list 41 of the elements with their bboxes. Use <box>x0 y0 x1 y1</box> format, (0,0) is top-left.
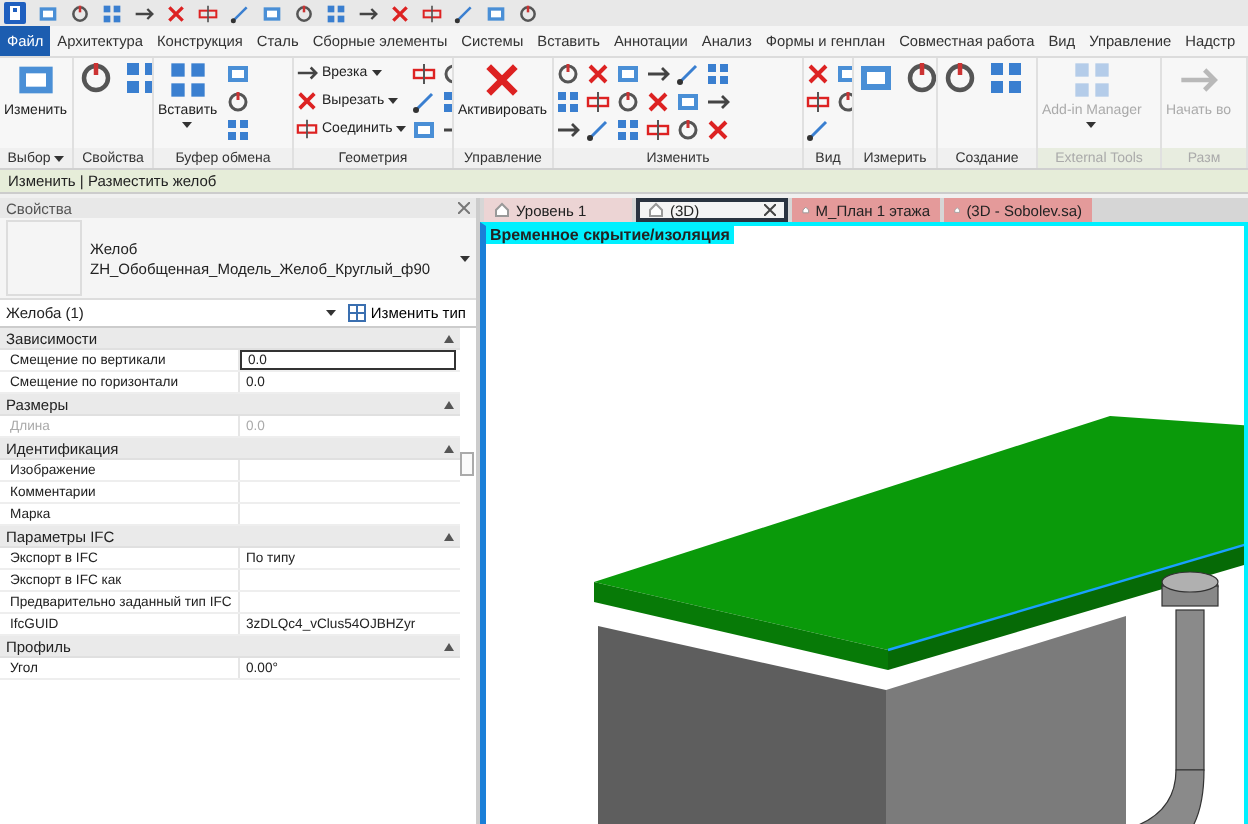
line-icon[interactable] <box>586 117 610 141</box>
line-icon[interactable] <box>676 61 700 85</box>
cross-icon[interactable] <box>806 61 830 85</box>
line-icon[interactable] <box>412 89 437 113</box>
caret-icon[interactable] <box>388 98 399 104</box>
cross-icon[interactable] <box>166 3 186 23</box>
split-icon[interactable] <box>806 89 830 113</box>
view-banner: Временное скрытие/изоляция <box>486 226 734 244</box>
collapse-icon[interactable] <box>444 443 454 453</box>
caret-icon[interactable] <box>396 126 407 132</box>
line-icon[interactable] <box>454 3 474 23</box>
view-icon <box>648 202 664 218</box>
collapse-icon[interactable] <box>444 531 454 541</box>
line-icon[interactable] <box>806 117 830 141</box>
split-icon[interactable] <box>586 89 610 113</box>
view-icon <box>802 202 810 218</box>
close-icon[interactable] <box>764 204 776 216</box>
cross-icon[interactable] <box>482 60 523 100</box>
caret-icon[interactable] <box>54 155 65 162</box>
caret-icon[interactable] <box>371 70 382 76</box>
split-icon[interactable] <box>646 117 670 141</box>
split-icon[interactable] <box>412 61 437 85</box>
split-icon[interactable] <box>296 118 318 140</box>
caret-icon[interactable] <box>326 310 337 316</box>
cross-icon[interactable] <box>706 117 730 141</box>
scrollbar-thumb[interactable] <box>460 452 474 476</box>
collapse-icon[interactable] <box>444 641 454 651</box>
cross-icon[interactable] <box>296 90 318 112</box>
cross-icon[interactable] <box>586 61 610 85</box>
caret-icon[interactable] <box>182 122 193 128</box>
split-icon[interactable] <box>198 3 218 23</box>
collapse-icon[interactable] <box>444 399 454 409</box>
split-icon[interactable] <box>422 3 442 23</box>
table-icon <box>348 304 367 322</box>
line-icon[interactable] <box>230 3 250 23</box>
app-logo-icon[interactable] <box>4 2 26 24</box>
collapse-icon[interactable] <box>444 333 454 343</box>
caret-icon[interactable] <box>460 255 470 261</box>
cross-icon[interactable] <box>390 3 410 23</box>
view-icon <box>494 202 510 218</box>
cross-icon[interactable] <box>646 89 670 113</box>
